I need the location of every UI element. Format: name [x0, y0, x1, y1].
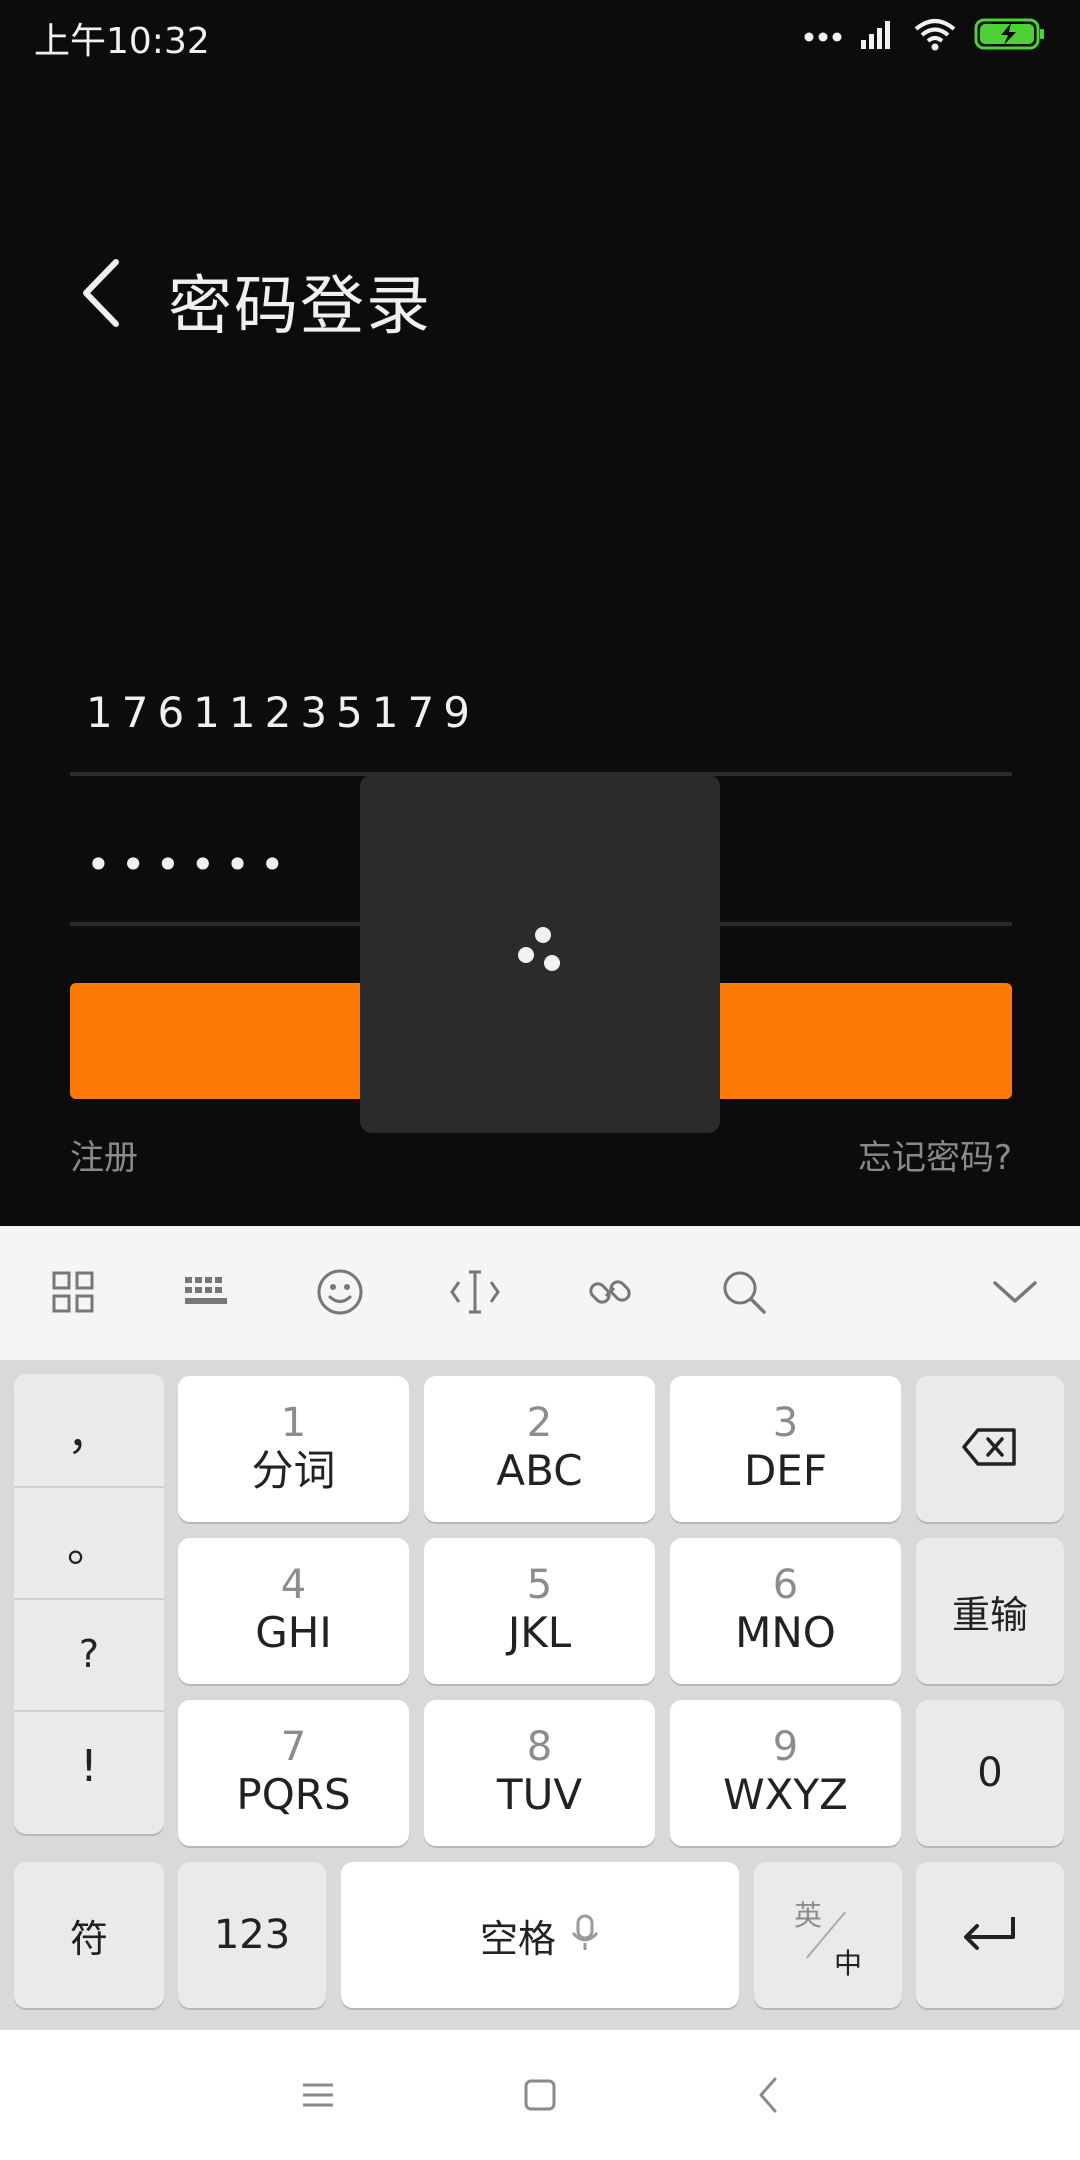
key-1[interactable]: 1 分词	[178, 1376, 409, 1522]
punctuation-column: ， 。 ? !	[14, 1374, 164, 1834]
key-letters: GHI	[255, 1608, 332, 1657]
key-8[interactable]: 8 TUV	[424, 1700, 655, 1846]
status-icons	[804, 14, 1046, 58]
key-number: 1	[280, 1400, 307, 1446]
lang-top-label: 英	[794, 1899, 823, 1932]
key-period[interactable]: 。	[14, 1486, 164, 1600]
cursor-icon[interactable]	[447, 1264, 503, 1320]
navigation-bar	[0, 2030, 1080, 2160]
key-letters: TUV	[496, 1770, 583, 1819]
key-number: 2	[526, 1400, 553, 1446]
retype-label: 重输	[951, 1592, 1028, 1637]
numbers-button[interactable]: 123	[178, 1862, 326, 2008]
signal-icon	[860, 18, 896, 54]
search-icon[interactable]	[716, 1264, 772, 1320]
key-0[interactable]: 0	[916, 1700, 1064, 1846]
symbols-button[interactable]: 符	[14, 1862, 164, 2008]
microphone-icon	[570, 1913, 600, 1957]
backspace-button[interactable]	[916, 1376, 1064, 1522]
link-icon[interactable]	[582, 1264, 638, 1320]
chevron-left-icon	[78, 258, 122, 332]
status-time: 上午10:32	[34, 21, 210, 62]
more-dots-icon	[804, 27, 842, 46]
enter-icon	[961, 1913, 1019, 1957]
backspace-icon	[962, 1427, 1018, 1471]
keyboard: ， 。 ? ! 1 分词 2 ABC 3 DEF 4 GHI 5 JKL 6 M…	[0, 1360, 1080, 2030]
key-letters: MNO	[735, 1608, 836, 1657]
grid-icon[interactable]	[45, 1264, 101, 1320]
key-number: 4	[280, 1562, 307, 1608]
key-comma[interactable]: ，	[14, 1374, 164, 1488]
key-letters: WXYZ	[723, 1770, 848, 1819]
key-letters: 分词	[251, 1446, 336, 1495]
space-button[interactable]: 空格	[341, 1862, 739, 2008]
key-7[interactable]: 7 PQRS	[178, 1700, 409, 1846]
key-exclamation[interactable]: !	[14, 1710, 164, 1822]
emoji-icon[interactable]	[312, 1264, 368, 1320]
key-number: 6	[772, 1562, 799, 1608]
key-number: 9	[772, 1724, 799, 1770]
language-toggle-button[interactable]: 英 中	[754, 1862, 902, 2008]
lang-bottom-label: 中	[834, 1947, 863, 1980]
key-letters: DEF	[743, 1446, 828, 1495]
collapse-chevron-icon[interactable]	[987, 1264, 1043, 1320]
key-letters: PQRS	[236, 1770, 351, 1819]
key-5[interactable]: 5 JKL	[424, 1538, 655, 1684]
menu-icon[interactable]	[288, 2065, 348, 2125]
home-icon[interactable]	[510, 2065, 570, 2125]
phone-input[interactable]: 17611235179	[86, 688, 479, 737]
key-6[interactable]: 6 MNO	[670, 1538, 901, 1684]
wifi-icon	[914, 17, 956, 55]
password-input[interactable]: ••••••	[86, 840, 295, 889]
back-button[interactable]	[70, 255, 130, 335]
retype-button[interactable]: 重输	[916, 1538, 1064, 1684]
key-3[interactable]: 3 DEF	[670, 1376, 901, 1522]
key-zero-label: 0	[977, 1750, 1003, 1796]
forgot-password-link[interactable]: 忘记密码?	[858, 1130, 1012, 1179]
key-letters: ABC	[496, 1446, 583, 1495]
symbols-label: 符	[69, 1916, 108, 1961]
key-number: 7	[280, 1724, 307, 1770]
register-link[interactable]: 注册	[70, 1130, 138, 1179]
key-question[interactable]: ?	[14, 1598, 164, 1712]
enter-button[interactable]	[916, 1862, 1064, 2008]
key-2[interactable]: 2 ABC	[424, 1376, 655, 1522]
key-9[interactable]: 9 WXYZ	[670, 1700, 901, 1846]
battery-charging-icon	[974, 17, 1046, 55]
key-number: 3	[772, 1400, 799, 1446]
space-label: 空格	[479, 1916, 556, 1961]
page-title: 密码登录	[168, 270, 432, 344]
keyboard-toolbar	[0, 1226, 1080, 1360]
numbers-label: 123	[213, 1912, 291, 1958]
key-letters: JKL	[507, 1608, 572, 1657]
loading-spinner-icon	[510, 925, 570, 985]
key-number: 8	[526, 1724, 553, 1770]
keyboard-icon[interactable]	[178, 1264, 234, 1320]
key-number: 5	[526, 1562, 553, 1608]
back-icon[interactable]	[738, 2065, 798, 2125]
loading-overlay	[360, 775, 720, 1133]
key-4[interactable]: 4 GHI	[178, 1538, 409, 1684]
